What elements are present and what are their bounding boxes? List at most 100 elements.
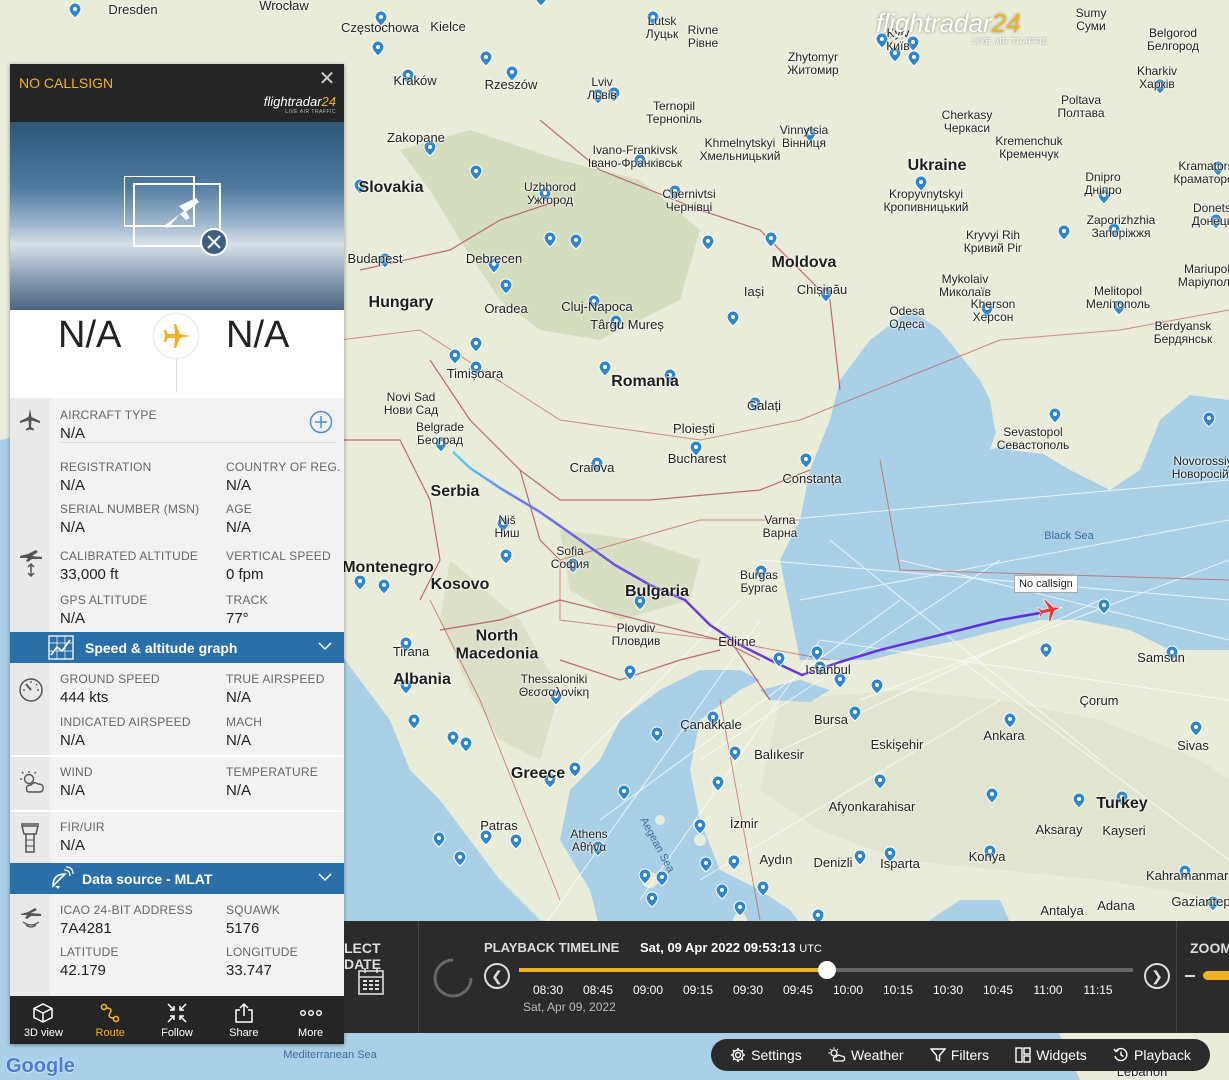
timeline-tick-label: 11:00 [1033, 983, 1063, 997]
widgets-button[interactable]: Widgets [1015, 1047, 1087, 1063]
route-button[interactable]: Route [77, 996, 144, 1044]
route-label: Route [95, 1027, 125, 1039]
timeline-forward-button[interactable]: ❯ [1144, 963, 1170, 989]
close-icon[interactable]: ✕ [318, 69, 336, 89]
gps-altitude-value: N/A [60, 610, 86, 627]
fir-label: FIR/UIR [60, 820, 105, 834]
age-value: N/A [226, 519, 252, 536]
panel-logo-tagline: LIVE AIR TRAFFIC [285, 109, 336, 115]
chevron-down-icon [318, 873, 332, 882]
chevron-right-icon: ❯ [1151, 968, 1163, 984]
city-label: Kramatorsk Краматорськ [1173, 158, 1229, 186]
add-icon[interactable] [309, 410, 333, 434]
playback-timezone: UTC [799, 943, 822, 955]
playback-button[interactable]: Playback [1113, 1047, 1191, 1063]
city-label: Sumy Суми [1075, 5, 1107, 33]
aircraft-section: AIRCRAFT TYPE N/A REGISTRATION N/A COUNT… [10, 396, 344, 632]
weather-label: Weather [850, 1047, 904, 1063]
calendar-icon[interactable] [358, 967, 384, 995]
playback-panel: LECT DATE PLAYBACK TIMELINE Sat, 09 Apr … [344, 921, 1229, 1033]
registration-field: REGISTRATION N/A [60, 460, 152, 494]
gear-icon [731, 1048, 746, 1062]
temperature-value: N/A [226, 782, 252, 799]
city-label: Afyonkarahisar [828, 798, 916, 814]
destination-airport-code[interactable]: N/A [226, 314, 289, 357]
timeline-track[interactable] [519, 961, 1133, 979]
timeline-tick-label: 08:45 [582, 983, 614, 997]
zoom-slider[interactable] [1203, 971, 1229, 980]
aircraft-type-field: AIRCRAFT TYPE N/A [60, 408, 157, 442]
speed-altitude-graph-toggle[interactable]: Speed & altitude graph [10, 632, 344, 663]
gps-altitude-label: GPS ALTITUDE [60, 593, 148, 607]
filters-button[interactable]: Filters [929, 1047, 989, 1063]
panel-logo-number: 24 [321, 94, 336, 109]
zoom-out-icon[interactable] [1185, 975, 1195, 977]
country-label-slovakia: Slovakia [358, 179, 424, 197]
city-label: Vinnytsia Вінниця [779, 122, 829, 150]
city-label: Dresden [108, 1, 158, 17]
fir-section: FIR/UIR N/A [10, 810, 344, 863]
airplane-icon [20, 409, 40, 431]
3d-view-button[interactable]: 3D view [10, 996, 77, 1044]
city-label: Mariupol Маріуполь [1177, 261, 1229, 289]
more-button[interactable]: More [277, 996, 344, 1044]
city-label: Adana [1097, 897, 1135, 913]
share-label: Share [229, 1027, 259, 1039]
city-label: Budapest [347, 250, 403, 266]
country-label-ukraine: Ukraine [907, 157, 967, 175]
true-airspeed-label: TRUE AIRSPEED [226, 672, 325, 686]
country-label-albania: Albania [393, 671, 451, 689]
callsign-title: NO CALLSIGN [19, 75, 114, 91]
city-label: Ankara [983, 727, 1025, 743]
city-label: Ploiești [673, 420, 715, 436]
city-label: Denizli [813, 854, 853, 870]
city-label: Uzhhorod Ужгород [523, 179, 577, 207]
playback-time-value: Sat, 09 Apr 2022 09:53:13 [640, 940, 796, 955]
weather-icon [20, 771, 44, 793]
squawk-value: 5176 [226, 920, 260, 937]
city-label: Craiova [569, 459, 615, 475]
timeline-tick-label: 09:15 [682, 983, 714, 997]
route-icon [100, 1003, 120, 1023]
country-label: COUNTRY OF REG. [226, 460, 341, 474]
data-source-toggle[interactable]: Data source - MLAT [10, 863, 344, 894]
history-icon [1113, 1047, 1128, 1062]
indicated-airspeed-label: INDICATED AIRSPEED [60, 715, 191, 729]
city-label: Burgas Бургас [739, 567, 779, 595]
divider [60, 442, 336, 443]
city-label: Kherson Херсон [970, 296, 1016, 324]
playback-current-time: Sat, 09 Apr 2022 09:53:13 UTC [640, 940, 822, 955]
city-label: Zakopane [387, 129, 445, 145]
weather-button[interactable]: Weather [828, 1047, 904, 1063]
country-label-north-macedonia: North Macedonia [455, 627, 539, 662]
follow-button[interactable]: Follow [144, 996, 211, 1044]
select-date-section[interactable]: LECT DATE [344, 921, 419, 1033]
squawk-field: SQUAWK 5176 [226, 903, 280, 937]
ground-speed-value: 444 kts [60, 689, 109, 706]
google-logo: Google [6, 1055, 75, 1078]
loading-spinner-icon [433, 958, 473, 998]
timeline-tick-label: 10:45 [982, 983, 1014, 997]
city-label: Chișinău [796, 281, 848, 297]
aircraft-callsign-label[interactable]: No callsign [1014, 575, 1078, 593]
settings-button[interactable]: Settings [730, 1047, 802, 1063]
country-label-moldova: Moldova [771, 254, 837, 272]
timeline-progress [519, 968, 828, 972]
timeline-handle[interactable] [818, 961, 837, 979]
follow-label: Follow [161, 1027, 193, 1039]
city-label: Kremenchuk Кременчук [995, 133, 1063, 161]
calibrated-altitude-label: CALIBRATED ALTITUDE [60, 549, 199, 563]
route-summary: N/A N/A [10, 310, 344, 396]
origin-airport-code[interactable]: N/A [58, 314, 121, 357]
city-label: Niš Ниш [494, 512, 520, 540]
share-button[interactable]: Share [210, 996, 277, 1044]
country-label-romania: Romania [611, 373, 679, 391]
squawk-label: SQUAWK [226, 903, 281, 917]
mach-value: N/A [226, 732, 252, 749]
timeline-back-button[interactable]: ❮ [484, 963, 510, 989]
city-label: İzmir [729, 815, 759, 831]
city-label: Gaziantep [1171, 893, 1229, 909]
city-label: Rivne Рівне [687, 22, 719, 50]
calibrated-altitude-value: 33,000 ft [60, 566, 119, 583]
city-label: Mykolaiv Миколаїв [939, 271, 991, 299]
